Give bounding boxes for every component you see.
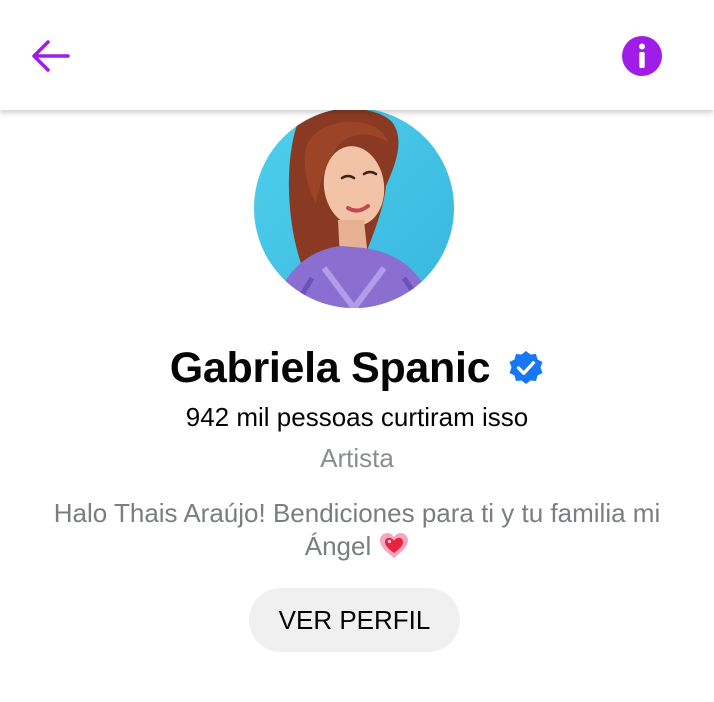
top-bar	[0, 0, 714, 110]
arrow-left-icon	[32, 40, 70, 72]
back-button[interactable]	[22, 28, 78, 84]
avatar[interactable]	[254, 108, 454, 308]
bio-text: Halo Thais Araújo! Bendiciones para ti y…	[30, 497, 684, 563]
info-circle-icon	[622, 36, 662, 76]
likes-count: 942 mil pessoas curtiram isso	[185, 402, 529, 432]
view-profile-button[interactable]: VER PERFIL	[249, 588, 460, 652]
category-label: Artista	[320, 443, 394, 473]
profile-photo	[254, 108, 454, 308]
sparkling-heart-icon	[380, 533, 409, 558]
verified-badge-icon	[509, 351, 543, 384]
page-title: Gabriela Spanic	[169, 343, 491, 392]
info-button[interactable]	[616, 30, 668, 82]
name-row: Gabriela Spanic	[0, 336, 714, 400]
bio-message: Halo Thais Araújo! Bendiciones para ti y…	[53, 498, 661, 561]
